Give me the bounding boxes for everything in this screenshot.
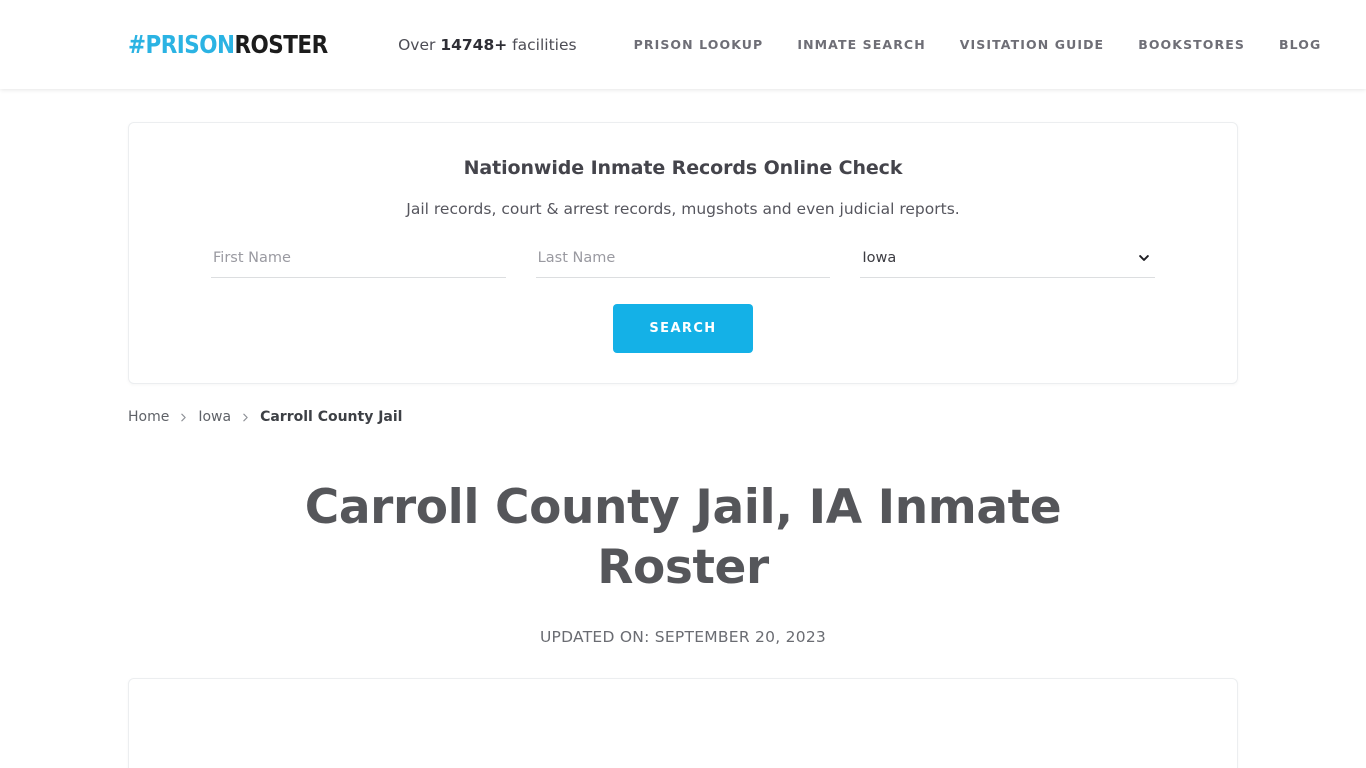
chevron-right-icon [178, 412, 189, 423]
search-card-title: Nationwide Inmate Records Online Check [463, 157, 903, 179]
search-card-subtitle: Jail records, court & arrest records, mu… [406, 200, 960, 218]
breadcrumb: Home Iowa Carroll County Jail [128, 409, 1238, 425]
page-title: Carroll County Jail, IA Inmate Roster [304, 480, 1062, 595]
facilities-count: Over 14748+ facilities [398, 36, 576, 54]
facilities-suffix: facilities [507, 35, 577, 54]
main-navigation: PRISON LOOKUP INMATE SEARCH VISITATION G… [617, 37, 1322, 52]
chevron-right-icon [240, 412, 251, 423]
site-header: #PRISONROSTER Over 14748+ facilities PRI… [0, 0, 1366, 89]
nav-inmate-search[interactable]: INMATE SEARCH [780, 37, 942, 52]
facilities-prefix: Over [398, 35, 441, 54]
updated-on-text: UPDATED ON: SEPTEMBER 20, 2023 [539, 628, 827, 646]
logo-hash-text: #PRISON [128, 30, 235, 59]
state-field-wrap: Iowa [860, 244, 1156, 278]
last-name-input[interactable] [535, 244, 831, 278]
first-name-field-wrap [211, 244, 506, 278]
nav-visitation-guide[interactable]: VISITATION GUIDE [943, 37, 1121, 52]
breadcrumb-item-iowa[interactable]: Iowa [198, 409, 231, 425]
nav-bookstores[interactable]: BOOKSTORES [1121, 37, 1262, 52]
nav-blog[interactable]: BLOG [1262, 37, 1321, 52]
inmate-search-card: Nationwide Inmate Records Online Check J… [128, 122, 1238, 384]
breadcrumb-item-home[interactable]: Home [128, 409, 169, 425]
search-submit-button[interactable]: SEARCH [613, 304, 753, 353]
logo-roster-text: ROSTER [234, 30, 328, 59]
first-name-input[interactable] [211, 244, 506, 278]
state-select[interactable]: Iowa [860, 244, 1156, 278]
roster-content-card [128, 678, 1238, 768]
site-logo[interactable]: #PRISONROSTER [128, 32, 328, 57]
search-button-row: SEARCH [157, 304, 1209, 353]
page-container: Nationwide Inmate Records Online Check J… [128, 122, 1238, 768]
header-inner: #PRISONROSTER Over 14748+ facilities PRI… [128, 0, 1320, 89]
facilities-number: 14748+ [440, 35, 508, 54]
nav-prison-lookup[interactable]: PRISON LOOKUP [617, 37, 781, 52]
last-name-field-wrap [535, 244, 831, 278]
breadcrumb-item-current: Carroll County Jail [260, 409, 403, 425]
search-fields-row: Iowa [157, 244, 1209, 278]
